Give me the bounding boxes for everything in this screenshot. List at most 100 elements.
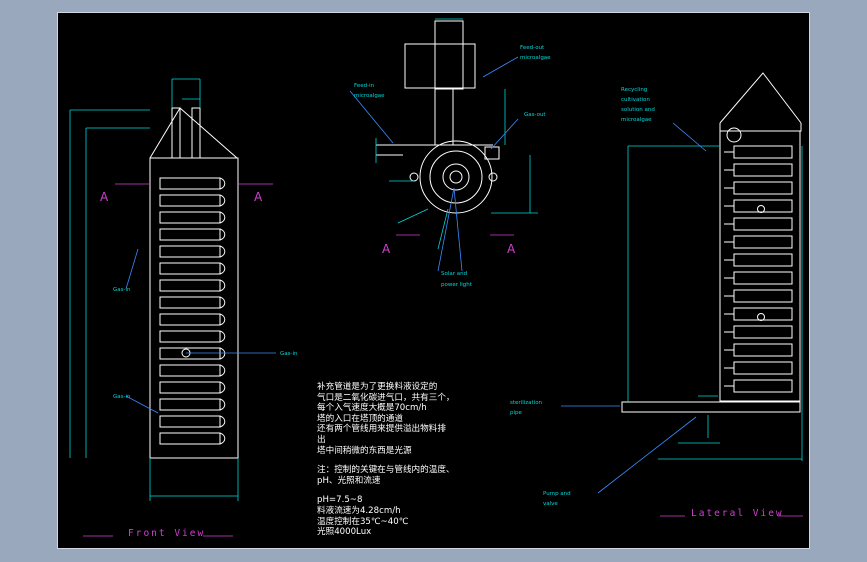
note-line: pH=7.5~8 (317, 495, 363, 506)
front-coil-bend (219, 432, 226, 445)
front-coil-bend (219, 381, 226, 394)
section-right-port (488, 172, 498, 182)
front-coil-bend (219, 245, 226, 258)
note-line: 还有两个管线用来提供溢出物料排 (317, 424, 446, 435)
section-mid-ring (429, 150, 483, 204)
lateral-panel (733, 361, 793, 375)
front-spire (149, 107, 238, 159)
front-coil-bend (219, 347, 226, 360)
lateral-recycle-line-1: Recycling (621, 87, 647, 93)
lateral-port-2 (757, 313, 765, 321)
drawing-sheet: A A Gas-in Gas-in Gas-in A A Feed-in mic… (57, 12, 810, 549)
section-gas-out-stub (484, 146, 500, 160)
lateral-leaders (561, 122, 707, 494)
lateral-view (621, 72, 802, 413)
lateral-panel (733, 181, 793, 195)
notes-paragraph-a: 补充管道是为了更换料液设定的 气口是二氧化碳进气口，共有三个， 每个入气速度大概是7… (317, 382, 517, 456)
lateral-pump-line-1: Pump and (543, 491, 571, 497)
front-coil-bend (219, 279, 226, 292)
lateral-panel (733, 289, 793, 303)
front-coil-segment (159, 415, 221, 428)
section-left-port (409, 172, 419, 182)
front-coil-bend (219, 211, 226, 224)
note-line: 塔中间稍微的东西是光源 (317, 445, 412, 456)
front-coil-bend (219, 194, 226, 207)
note-line: 料液流速为4.28cm/h (317, 505, 401, 516)
lateral-pump-line-2: valve (543, 501, 558, 507)
front-gas-in-3: Gas-in (113, 394, 131, 400)
front-gas-in-2: Gas-in (280, 351, 298, 357)
lateral-panels (724, 145, 793, 393)
lateral-recycle-port (726, 127, 742, 143)
note-line: 温度控制在35℃~40℃ (317, 516, 409, 527)
lateral-panel (733, 163, 793, 177)
front-top-pipe-2 (191, 107, 201, 159)
lateral-recycle-line-2: cultivation (621, 97, 650, 103)
front-coil-bend (219, 228, 226, 241)
note-line: 补充管道是为了更换料液设定的 (317, 382, 438, 392)
section-feed-in-line-2: microalgae (354, 93, 385, 99)
front-coil-bend (219, 296, 226, 309)
section-upper-pipe (434, 20, 464, 90)
lateral-recycle-line-3: solution and (621, 107, 655, 113)
front-coil-bend (219, 262, 226, 275)
front-section-marker-left: A (100, 190, 109, 204)
lateral-panel (733, 271, 793, 285)
section-outer-ring (419, 140, 493, 214)
note-line: 每个入气速度大概是70cm/h (317, 403, 427, 414)
section-solar-line-1: Solar and (441, 271, 467, 277)
front-coil-segment (159, 194, 221, 207)
lateral-base-pipe (621, 401, 801, 413)
front-coil-segment (159, 432, 221, 445)
note-line: 塔的入口在塔顶的通道 (317, 413, 403, 424)
front-coil-bend (219, 364, 226, 377)
note-line: 气口是二氧化碳进气口，共有三个， (317, 392, 455, 403)
front-coil-segment (159, 177, 221, 190)
notes-paragraph-b: 注：控制的关键在与管线内的温度、 pH、光照和流速 (317, 465, 517, 486)
front-coil-segment (159, 279, 221, 292)
front-coil-bend (219, 313, 226, 326)
front-view-title: Front View (128, 528, 206, 539)
front-coil-segment (159, 313, 221, 326)
lateral-panel (733, 325, 793, 339)
front-view (149, 107, 239, 459)
section-marker-left: A (382, 242, 391, 256)
front-coil-segment (159, 381, 221, 394)
section-feed-box (404, 43, 476, 89)
lateral-dimensions (627, 145, 803, 461)
section-dimensions (375, 18, 538, 250)
section-feed-out-line-1: Feed-out (520, 45, 545, 51)
note-line: pH、光照和流速 (317, 475, 381, 486)
front-coil-segment (159, 296, 221, 309)
note-line: 光照4000Lux (317, 527, 372, 538)
front-coil-bend (219, 177, 226, 190)
notes-block: 补充管道是为了更换料液设定的 气口是二氧化碳进气口，共有三个， 每个入气速度大概是7… (317, 382, 517, 538)
front-gas-in-1: Gas-in (113, 287, 131, 293)
section-riser (434, 88, 454, 146)
lateral-panel (733, 343, 793, 357)
lateral-panel (733, 217, 793, 231)
front-coil-segment (159, 330, 221, 343)
section-inner-ring (442, 163, 470, 191)
front-coil-segment (159, 398, 221, 411)
section-solar-line-2: power light (441, 282, 473, 288)
lateral-recycle-line-4: microalgae (621, 117, 652, 123)
front-coil (159, 177, 226, 445)
front-coil-segment (159, 262, 221, 275)
section-feed-in-line-1: Feed-in (354, 83, 375, 89)
section-feed-out-line-2: microalgae (520, 55, 551, 61)
lateral-panel (733, 253, 793, 267)
front-coil-bend (219, 415, 226, 428)
lateral-panel (733, 379, 793, 393)
section-gas-out: Gas-out (524, 112, 546, 118)
front-section-marker-right: A (254, 190, 263, 204)
note-line: 出 (317, 434, 326, 445)
front-coil-bend (219, 398, 226, 411)
front-coil-segment (159, 364, 221, 377)
lateral-spire (719, 72, 802, 124)
front-coil-bend (219, 330, 226, 343)
lateral-panel (733, 145, 793, 159)
lateral-port-1 (757, 205, 765, 213)
front-coil-segment (159, 228, 221, 241)
front-coil-segment (159, 211, 221, 224)
